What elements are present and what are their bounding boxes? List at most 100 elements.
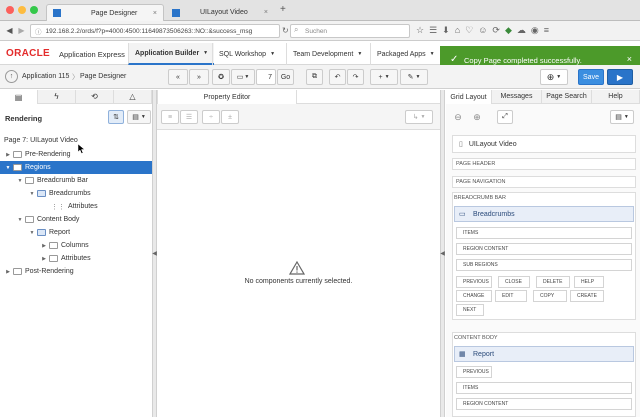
collapse-all-button[interactable]: ≡ [161,110,179,124]
tree-node[interactable]: ⋮⋮ Attributes [0,200,152,213]
nav-tab-application-builder[interactable]: Application Builder ▼ [128,43,215,65]
layout-menu-button[interactable]: ▤ ▼ [610,110,634,124]
slot-report-items[interactable]: ITEMS [456,382,632,394]
tree-node[interactable]: ▼ Breadcrumb Bar [0,174,152,187]
up-arrow-icon[interactable]: ↑ [5,70,18,83]
save-button[interactable]: Save [578,69,604,85]
tree-node[interactable]: ▼ Breadcrumbs [0,187,152,200]
expand-caret-icon[interactable]: ▼ [16,217,24,223]
right-splitter[interactable]: ◀ [440,90,445,417]
slot-sub-regions[interactable]: SUB REGIONS [456,259,632,271]
tree-node[interactable]: ▶ Pre-Rendering [0,148,152,161]
create-menu-button[interactable]: + ▼ [370,69,398,85]
close-tab-icon[interactable]: × [153,10,157,17]
home-icon[interactable]: ⌂ [455,25,460,36]
nav-tab-sql-workshop[interactable]: SQL Workshop ▼ [212,43,281,65]
search-input[interactable]: Suchen [290,24,410,38]
sync-icon[interactable]: ⟳ [492,25,500,36]
close-toast-icon[interactable]: × [627,54,632,64]
slot-close[interactable]: CLOSE [498,276,530,288]
undo-button[interactable]: ↶ [329,69,346,85]
lock-button[interactable]: ✪ [212,69,230,85]
pocket-icon[interactable]: ♡ [465,25,473,36]
page-finder-button[interactable]: ▭ ▼ [231,69,255,85]
close-window-icon[interactable] [6,6,14,14]
close-tab-icon[interactable]: × [264,9,268,16]
zoom-out-icon[interactable]: ⊖ [451,110,465,124]
go-to-group-button[interactable]: ↳ ▼ [405,110,433,124]
run-button[interactable]: ▶ [607,69,633,85]
new-tab-button[interactable]: + [280,4,286,15]
page-region[interactable]: ▯ UILayout Video [452,135,636,153]
shared-components-tab[interactable]: △ [114,90,152,104]
expand-caret-icon[interactable]: ▼ [16,178,24,184]
slot-region-content[interactable]: REGION CONTENT [456,243,632,255]
expand-all-button[interactable]: ☰ [180,110,198,124]
star-icon[interactable]: ☆ [416,25,424,36]
sort-order-button[interactable]: ⇅ [108,110,124,124]
page-number-input[interactable]: 7 [256,69,276,85]
tab-help[interactable]: Help [592,90,640,104]
slot-next[interactable]: NEXT [456,304,484,316]
tree-node[interactable]: Page 7: UILayout Video [0,134,152,147]
nav-tab-packaged-apps[interactable]: Packaged Apps ▼ [370,43,441,65]
tab-messages[interactable]: Messages [492,90,542,104]
tree-node[interactable]: ▼ Regions [0,161,152,174]
collapse-caret-icon[interactable]: ▶ [40,243,48,249]
next-page-button[interactable]: » [189,69,209,85]
go-button[interactable]: Go [277,69,294,85]
collapse-caret-icon[interactable]: ▶ [4,269,12,275]
chat-icon[interactable]: ☺ [478,25,487,36]
expand-caret-icon[interactable]: ▼ [28,191,36,197]
shared-component-button[interactable]: ⧉ [306,69,323,85]
slot-previous[interactable]: PREVIOUS [456,276,492,288]
processing-tab[interactable]: ⟲ [76,90,114,104]
cloud-icon[interactable]: ☁ [517,25,526,36]
slot-delete[interactable]: DELETE [536,276,570,288]
menu-icon[interactable]: ≡ [544,25,549,36]
tab-page-search[interactable]: Page Search [542,90,592,104]
tree-node[interactable]: ▼ Report [0,226,152,239]
dynamic-actions-tab[interactable]: ϟ [38,90,76,104]
tree-node[interactable]: ▶ Columns [0,239,152,252]
tree-node[interactable]: ▶ Attributes [0,252,152,265]
breadcrumb-application[interactable]: Application 115 [22,73,69,80]
zoom-in-icon[interactable]: ⊕ [470,110,484,124]
utilities-menu-button[interactable]: ✎ ▼ [400,69,428,85]
download-icon[interactable]: ⬇ [442,25,450,36]
tab-property-editor[interactable]: Property Editor [157,90,297,104]
slot-edit[interactable]: EDIT [495,290,527,302]
slot-help[interactable]: HELP [574,276,604,288]
team-dev-button[interactable]: ⊕ ▼ [540,69,568,85]
shield-icon[interactable]: ◆ [505,25,512,36]
section-page-header[interactable]: PAGE HEADER [452,158,636,170]
forward-icon[interactable]: ▶ [16,24,27,37]
slot-create[interactable]: CREATE [570,290,604,302]
address-bar[interactable]: ⓘ 192.168.2.2/ords/f?p=4000:4500:11649873… [30,24,280,38]
browser-tab-uilayout[interactable]: UILayout Video × [166,4,274,21]
collapse-caret-icon[interactable]: ▶ [4,152,12,158]
zoom-window-icon[interactable] [30,6,38,14]
tree-node[interactable]: ▼ Content Body [0,213,152,226]
redo-button[interactable]: ↷ [347,69,364,85]
slot-report-region-content[interactable]: REGION CONTENT [456,398,632,410]
slot-copy[interactable]: COPY [533,290,567,302]
back-icon[interactable]: ◀ [4,24,15,37]
browser-tab-page-designer[interactable]: Page Designer × [46,4,164,21]
section-page-navigation[interactable]: PAGE NAVIGATION [452,176,636,188]
slot-change[interactable]: CHANGE [456,290,492,302]
tree-node[interactable]: ▶ Post-Rendering [0,265,152,278]
expand-caret-icon[interactable]: ▼ [4,165,12,171]
previous-page-button[interactable]: « [168,69,188,85]
minimize-window-icon[interactable] [18,6,26,14]
reader-icon[interactable]: ☰ [429,25,437,36]
oracle-logo[interactable]: ORACLE [6,48,50,59]
camera-icon[interactable]: ◉ [531,25,539,36]
tab-grid-layout[interactable]: Grid Layout [446,90,492,104]
slot-items[interactable]: ITEMS [456,227,632,239]
expand-caret-icon[interactable]: ▼ [28,230,36,236]
collapse-caret-icon[interactable]: ▶ [40,256,48,262]
view-menu-button[interactable]: ▤ ▼ [127,110,151,124]
reload-icon[interactable]: ↻ [282,26,289,35]
expand-view-button[interactable]: ⤢ [497,110,513,124]
